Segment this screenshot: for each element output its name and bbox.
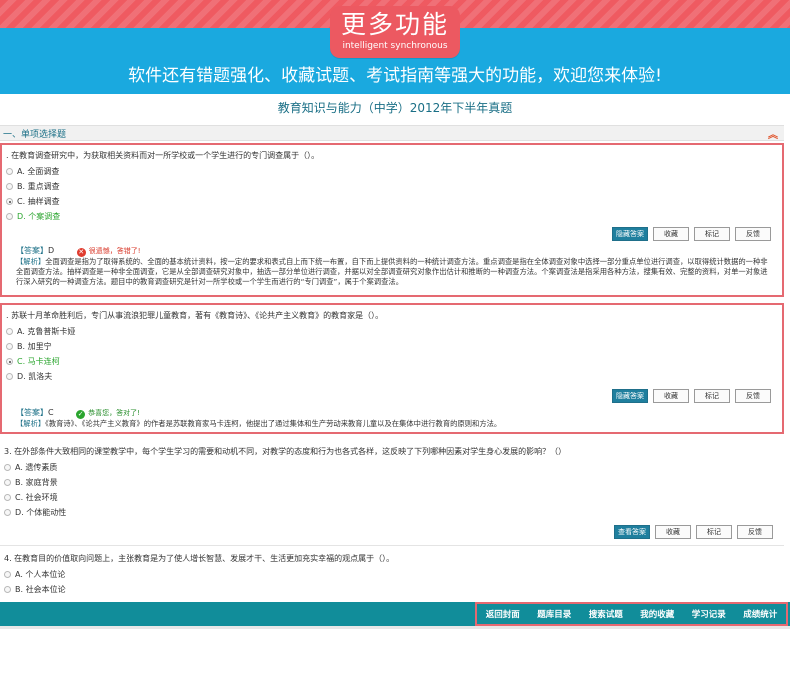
double-chevron-up-icon[interactable]: ︽ [768, 126, 778, 141]
radio-icon[interactable] [4, 586, 11, 593]
favorite-button[interactable]: 收藏 [653, 389, 689, 403]
feedback-button[interactable]: 反馈 [735, 227, 771, 241]
verdict-right: ✓ 恭喜您，答对了! [76, 409, 140, 419]
bottom-nav: 返回封面 题库目录 搜索试题 我的收藏 学习记录 成绩统计 [475, 602, 788, 626]
question-stem: 3. 在外部条件大致相同的课堂教学中，每个学生学习的需要和动机不同，对教学的态度… [4, 447, 567, 456]
feedback-button[interactable]: 反馈 [737, 525, 773, 539]
hide-answer-button[interactable]: 隐藏答案 [612, 389, 648, 403]
nav-question-bank[interactable]: 题库目录 [537, 608, 571, 620]
analysis-tag: 【解析】 [16, 419, 46, 428]
answer-value: D [48, 246, 55, 255]
nav-score-stats[interactable]: 成绩统计 [743, 608, 777, 620]
nav-back-to-cover[interactable]: 返回封面 [486, 608, 520, 620]
verdict-wrong: ✕ 很遗憾，答错了! [76, 247, 141, 257]
radio-icon[interactable] [6, 343, 13, 350]
answer-line: 【答案】D ✕ 很遗憾，答错了! [16, 245, 141, 257]
question-stem: . 苏联十月革命胜利后，专门从事流浪犯罪儿童教育，著有《教育诗》、《论共产主义教… [6, 311, 384, 320]
mark-button[interactable]: 标记 [694, 227, 730, 241]
feedback-button[interactable]: 反馈 [735, 389, 771, 403]
analysis-text: 全面调查是指为了取得系统的、全面的基本统计资料，按一定的要求和表式自上而下统一布… [16, 257, 768, 286]
section-label: 一、单项选择题 [3, 130, 67, 140]
feature-badge: 更多功能 intelligent synchronous [330, 6, 460, 58]
option-c[interactable]: C. 马卡连柯 [6, 356, 60, 367]
option-a[interactable]: A. 个人本位论 [4, 569, 65, 580]
nav-my-favorites[interactable]: 我的收藏 [640, 608, 674, 620]
option-d[interactable]: D. 个体能动性 [4, 507, 66, 518]
option-b[interactable]: B. 家庭背景 [4, 477, 58, 488]
check-icon: ✓ [76, 410, 86, 419]
radio-icon[interactable] [4, 464, 11, 471]
question-3: 3. 在外部条件大致相同的课堂教学中，每个学生学习的需要和动机不同，对教学的态度… [0, 440, 784, 544]
question-toolbar: 隐藏答案 收藏 标记 反馈 [607, 227, 771, 241]
question-2: . 苏联十月革命胜利后，专门从事流浪犯罪儿童教育，著有《教育诗》、《论共产主义教… [0, 303, 784, 434]
radio-icon[interactable] [6, 168, 13, 175]
badge-subtitle: intelligent synchronous [342, 41, 448, 51]
answer-tag: 【答案】 [16, 408, 48, 417]
answer-line: 【答案】C ✓ 恭喜您，答对了! [16, 407, 140, 419]
analysis-tag: 【解析】 [16, 257, 46, 266]
option-a[interactable]: A. 全面调查 [6, 166, 59, 177]
radio-icon[interactable] [4, 509, 11, 516]
answer-tag: 【答案】 [16, 246, 48, 255]
mark-button[interactable]: 标记 [694, 389, 730, 403]
radio-icon[interactable] [6, 373, 13, 380]
mark-button[interactable]: 标记 [696, 525, 732, 539]
option-b[interactable]: B. 重点调查 [6, 181, 60, 192]
option-d[interactable]: D. 个案调查 [6, 211, 60, 222]
option-d[interactable]: D. 凯洛夫 [6, 371, 52, 382]
question-toolbar: 查看答案 收藏 标记 反馈 [609, 525, 773, 539]
radio-icon[interactable] [4, 479, 11, 486]
question-toolbar: 隐藏答案 收藏 标记 反馈 [607, 389, 771, 403]
banner-slogan: 软件还有错题强化、收藏试题、考试指南等强大的功能，欢迎您来体验! [128, 66, 662, 86]
question-stem: . 在教育调查研究中，为获取相关资料而对一所学校或一个学生进行的专门调查属于（）… [6, 151, 320, 160]
analysis-text: 《教育诗》、《论共产主义教育》的作者是苏联教育家马卡连柯，他提出了通过集体和生产… [45, 419, 502, 428]
analysis: 【解析】全面调查是指为了取得系统的、全面的基本统计资料，按一定的要求和表式自上而… [16, 257, 774, 287]
section-header[interactable]: 一、单项选择题 ︽ [0, 125, 784, 141]
question-4: 4. 在教育目的价值取向问题上，主张教育是为了使人增长智慧、发展才干、生活更加充… [0, 548, 784, 602]
radio-icon[interactable] [6, 213, 13, 220]
divider [0, 545, 784, 546]
badge-title: 更多功能 [340, 10, 449, 39]
option-c[interactable]: C. 抽样调查 [6, 196, 60, 207]
question-stem: 4. 在教育目的价值取向问题上，主张教育是为了使人增长智慧、发展才干、生活更加充… [4, 554, 395, 563]
show-answer-button[interactable]: 查看答案 [614, 525, 650, 539]
question-1: . 在教育调查研究中，为获取相关资料而对一所学校或一个学生进行的专门调查属于（）… [0, 143, 784, 297]
wrong-icon: ✕ [76, 248, 86, 257]
radio-icon[interactable] [6, 328, 13, 335]
radio-checked-icon[interactable] [6, 198, 13, 205]
exam-title: 教育知识与能力（中学）2012年下半年真题 [277, 101, 513, 115]
answer-value: C [48, 408, 54, 417]
hide-answer-button[interactable]: 隐藏答案 [612, 227, 648, 241]
nav-search-questions[interactable]: 搜索试题 [589, 608, 623, 620]
option-b[interactable]: B. 社会本位论 [4, 584, 66, 595]
option-a[interactable]: A. 遗传素质 [4, 462, 57, 473]
radio-icon[interactable] [4, 494, 11, 501]
analysis: 【解析】《教育诗》、《论共产主义教育》的作者是苏联教育家马卡连柯，他提出了通过集… [16, 419, 774, 429]
option-c[interactable]: C. 社会环境 [4, 492, 58, 503]
option-a[interactable]: A. 克鲁普斯卡娅 [6, 326, 75, 337]
radio-icon[interactable] [6, 183, 13, 190]
favorite-button[interactable]: 收藏 [653, 227, 689, 241]
favorite-button[interactable]: 收藏 [655, 525, 691, 539]
radio-checked-icon[interactable] [6, 358, 13, 365]
option-b[interactable]: B. 加里宁 [6, 341, 52, 352]
radio-icon[interactable] [4, 571, 11, 578]
nav-study-records[interactable]: 学习记录 [692, 608, 726, 620]
